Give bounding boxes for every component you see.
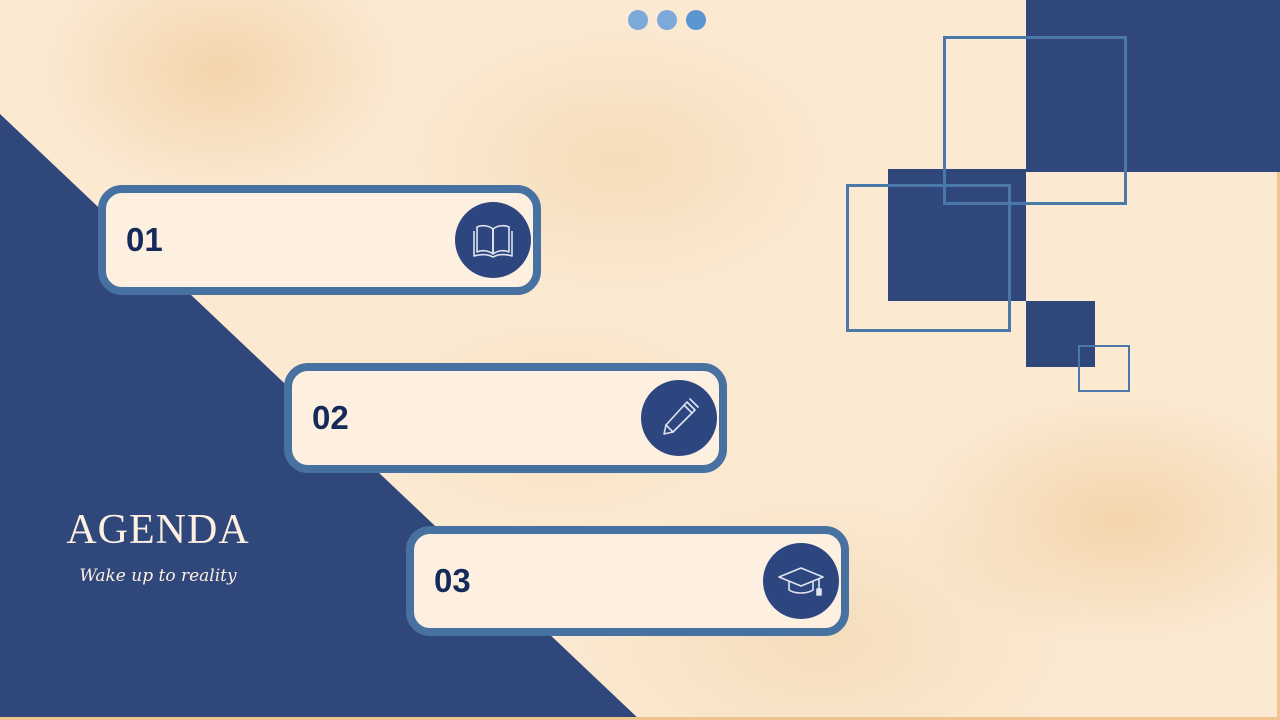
agenda-item-02[interactable]: 02 [284,363,727,473]
agenda-item-number: 03 [434,562,471,599]
pager-dot[interactable] [628,10,648,30]
agenda-item-number: 02 [312,399,349,436]
pager-dot[interactable] [686,10,706,30]
decor-outline-square-top [943,36,1127,205]
pager-dot[interactable] [657,10,677,30]
graduation-cap-icon [763,543,839,619]
agenda-item-number: 01 [126,221,163,258]
decor-outline-square-left [846,184,1011,332]
decor-outline-square-small [1078,345,1130,392]
pen-icon [641,380,717,456]
book-icon [455,202,531,278]
agenda-item-01[interactable]: 01 [98,185,541,295]
agenda-item-03[interactable]: 03 [406,526,849,636]
agenda-title: AGENDA [66,507,250,553]
slide-canvas: 01 02 03 AGENDA Wake up to reality [0,0,1280,720]
pager-dots [628,10,706,30]
agenda-subtitle: Wake up to reality [79,566,237,586]
